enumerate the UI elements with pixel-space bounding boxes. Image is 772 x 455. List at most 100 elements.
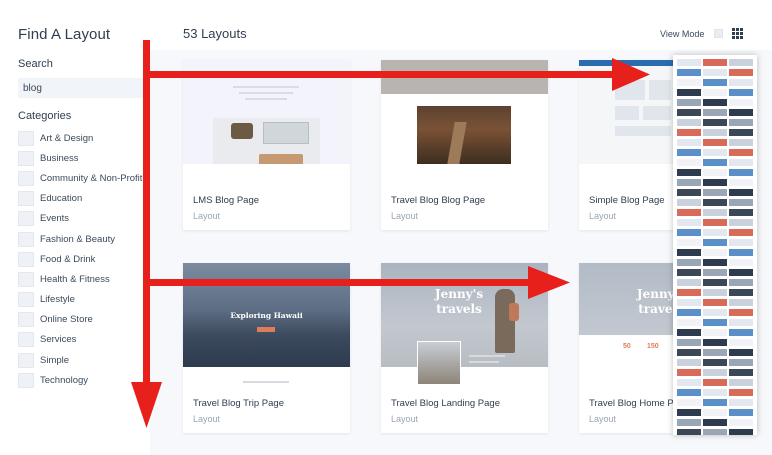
single-view-icon[interactable] bbox=[714, 29, 723, 38]
preview-tile bbox=[677, 309, 701, 316]
preview-tile bbox=[703, 429, 727, 435]
category-label: Education bbox=[40, 193, 83, 205]
preview-tile bbox=[729, 209, 753, 216]
preview-tile bbox=[729, 159, 753, 166]
checkbox[interactable] bbox=[18, 332, 34, 348]
preview-tile bbox=[677, 129, 701, 136]
preview-tile bbox=[729, 179, 753, 186]
thumb-heading: Exploring Hawaii bbox=[230, 311, 303, 320]
category-lifestyle[interactable]: Lifestyle bbox=[18, 290, 158, 310]
preview-tile bbox=[729, 109, 753, 116]
category-label: Online Store bbox=[40, 314, 93, 326]
card-type: Layout bbox=[391, 211, 419, 221]
preview-tile bbox=[729, 309, 753, 316]
preview-tile bbox=[703, 159, 727, 166]
card-title: Travel Blog Home Pa bbox=[589, 398, 679, 409]
category-label: Fashion & Beauty bbox=[40, 233, 115, 245]
search-label: Search bbox=[18, 58, 53, 70]
checkbox[interactable] bbox=[18, 352, 34, 368]
layout-card-lms-blog[interactable]: LMS Blog Page Layout bbox=[183, 60, 350, 230]
preview-tile bbox=[677, 99, 701, 106]
layout-card-travel-blog-blog[interactable]: Travel Blog Blog Page Layout bbox=[381, 60, 548, 230]
preview-tile bbox=[703, 409, 727, 416]
preview-tile bbox=[729, 429, 753, 435]
search-input[interactable] bbox=[18, 78, 150, 98]
preview-tile bbox=[729, 239, 753, 246]
layout-card-travel-blog-landing[interactable]: Jenny's travels Travel Blog Landing Page… bbox=[381, 263, 548, 433]
category-online-store[interactable]: Online Store bbox=[18, 310, 158, 330]
checkbox[interactable] bbox=[18, 271, 34, 287]
category-business[interactable]: Business bbox=[18, 148, 158, 168]
preview-tile bbox=[729, 319, 753, 326]
preview-tile bbox=[677, 189, 701, 196]
preview-tile bbox=[703, 119, 727, 126]
category-fashion-beauty[interactable]: Fashion & Beauty bbox=[18, 229, 158, 249]
preview-tile bbox=[677, 429, 701, 435]
preview-tile bbox=[703, 109, 727, 116]
preview-tile bbox=[677, 229, 701, 236]
preview-tile bbox=[677, 409, 701, 416]
category-label: Community & Non-Profit bbox=[40, 172, 143, 184]
layout-preview-strip bbox=[673, 55, 757, 435]
checkbox[interactable] bbox=[18, 170, 34, 186]
card-title: Travel Blog Landing Page bbox=[391, 398, 500, 409]
layout-card-travel-blog-trip[interactable]: Exploring Hawaii Travel Blog Trip Page L… bbox=[183, 263, 350, 433]
view-mode-label: View Mode bbox=[660, 29, 705, 39]
category-services[interactable]: Services bbox=[18, 330, 158, 350]
checkbox[interactable] bbox=[18, 150, 34, 166]
category-art-design[interactable]: Art & Design bbox=[18, 128, 158, 148]
category-education[interactable]: Education bbox=[18, 189, 158, 209]
category-label: Simple bbox=[40, 354, 70, 366]
layout-count-title: 53 Layouts bbox=[183, 26, 247, 41]
preview-tile bbox=[703, 379, 727, 386]
checkbox[interactable] bbox=[18, 372, 34, 388]
category-food-drink[interactable]: Food & Drink bbox=[18, 249, 158, 269]
checkbox[interactable] bbox=[18, 130, 34, 146]
preview-tile bbox=[729, 379, 753, 386]
preview-tile bbox=[677, 249, 701, 256]
preview-tile bbox=[729, 359, 753, 366]
preview-tile bbox=[703, 349, 727, 356]
category-technology[interactable]: Technology bbox=[18, 370, 158, 390]
preview-tile bbox=[703, 99, 727, 106]
preview-tile bbox=[703, 289, 727, 296]
preview-tile bbox=[677, 279, 701, 286]
preview-tile bbox=[703, 419, 727, 426]
preview-tile bbox=[729, 269, 753, 276]
preview-tile bbox=[677, 69, 701, 76]
preview-tile bbox=[703, 359, 727, 366]
grid-view-icon[interactable] bbox=[732, 28, 743, 39]
category-label: Health & Fitness bbox=[40, 273, 110, 285]
preview-tile bbox=[677, 269, 701, 276]
category-simple[interactable]: Simple bbox=[18, 350, 158, 370]
preview-tile bbox=[677, 239, 701, 246]
preview-tile bbox=[703, 389, 727, 396]
category-health-fitness[interactable]: Health & Fitness bbox=[18, 269, 158, 289]
category-community[interactable]: Community & Non-Profit bbox=[18, 168, 158, 188]
checkbox[interactable] bbox=[18, 312, 34, 328]
category-label: Lifestyle bbox=[40, 294, 75, 306]
preview-tile bbox=[677, 369, 701, 376]
checkbox[interactable] bbox=[18, 211, 34, 227]
checkbox[interactable] bbox=[18, 292, 34, 308]
preview-tile bbox=[677, 259, 701, 266]
preview-tile bbox=[729, 119, 753, 126]
preview-tile bbox=[703, 209, 727, 216]
preview-tile bbox=[677, 339, 701, 346]
preview-tile bbox=[703, 69, 727, 76]
preview-tile bbox=[729, 339, 753, 346]
checkbox[interactable] bbox=[18, 251, 34, 267]
category-events[interactable]: Events bbox=[18, 209, 158, 229]
checkbox[interactable] bbox=[18, 191, 34, 207]
checkbox[interactable] bbox=[18, 231, 34, 247]
category-label: Art & Design bbox=[40, 132, 94, 144]
preview-tile bbox=[703, 129, 727, 136]
layout-thumbnail: Exploring Hawaii bbox=[183, 263, 350, 367]
preview-tile bbox=[729, 419, 753, 426]
preview-tile bbox=[729, 399, 753, 406]
preview-tile bbox=[703, 319, 727, 326]
preview-tile bbox=[729, 189, 753, 196]
preview-tile bbox=[729, 289, 753, 296]
preview-tile bbox=[729, 59, 753, 66]
preview-tile bbox=[703, 229, 727, 236]
